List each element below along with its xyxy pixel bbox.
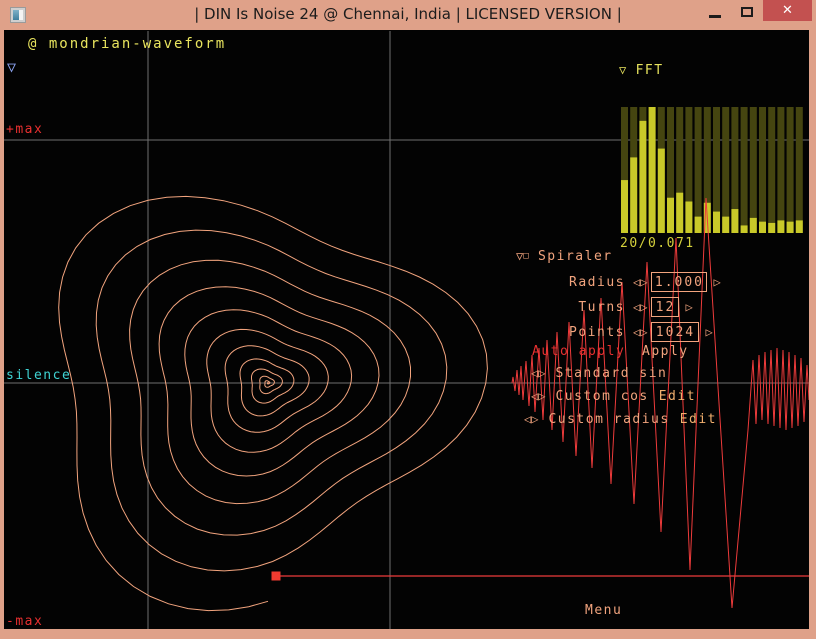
standard-sin-label: Standard sin	[555, 366, 668, 381]
maximize-icon	[741, 7, 753, 17]
fft-header[interactable]: ▽ FFT	[619, 63, 664, 78]
left-menu-handle-icon[interactable]: ▽	[7, 58, 16, 76]
standard-sin-selector-icons[interactable]: ◁▷	[531, 366, 545, 381]
radius-value-field[interactable]: 1.000	[651, 272, 708, 292]
title-bar[interactable]: | DIN Is Noise 24 @ Chennai, India | LIC…	[0, 0, 816, 30]
spiraler-detach-icon[interactable]: □	[523, 251, 528, 261]
standard-sin-row: ◁▷ Standard sin	[531, 366, 667, 381]
turns-stepper-icons[interactable]: ◁▷	[633, 300, 647, 314]
custom-radius-row: ◁▷ Custom radius Edit	[524, 412, 717, 427]
points-stepper-icons[interactable]: ◁▷	[633, 325, 647, 339]
points-drag-icon[interactable]: ▷	[705, 325, 714, 339]
auto-apply-toggle[interactable]: Auto apply	[532, 344, 625, 359]
radius-row: Radius ◁▷ 1.000 ▷	[404, 271, 722, 293]
axis-plus-max-label: +max	[6, 122, 44, 137]
points-row: Points ◁▷ 1024 ▷	[404, 321, 714, 343]
points-label: Points	[569, 324, 625, 340]
custom-cos-row: ◁▷ Custom cos Edit	[531, 389, 696, 404]
apply-button[interactable]: Apply	[642, 344, 689, 359]
fft-info-readout: 20/0.071	[620, 236, 695, 251]
axis-silence-label: silence	[6, 368, 72, 383]
spiraler-title: Spiraler	[537, 249, 613, 264]
window-title: | DIN Is Noise 24 @ Chennai, India | LIC…	[194, 5, 622, 23]
axis-minus-max-label: -max	[6, 614, 44, 629]
radius-stepper-icons[interactable]: ◁▷	[633, 275, 647, 289]
turns-label: Turns	[578, 299, 625, 315]
fft-collapse-icon[interactable]: ▽	[619, 63, 626, 77]
custom-cos-edit-button[interactable]: Edit	[659, 389, 696, 404]
radius-drag-icon[interactable]: ▷	[713, 275, 722, 289]
turns-value-field[interactable]: 12	[651, 297, 680, 317]
menu-button[interactable]: Menu	[585, 603, 622, 618]
minimize-icon	[709, 15, 721, 18]
turns-drag-icon[interactable]: ▷	[685, 300, 694, 314]
app-window: | DIN Is Noise 24 @ Chennai, India | LIC…	[0, 0, 816, 639]
maximize-button[interactable]	[732, 0, 762, 26]
custom-radius-selector-icons[interactable]: ◁▷	[524, 412, 538, 427]
custom-cos-selector-icons[interactable]: ◁▷	[531, 389, 545, 404]
spiraler-header[interactable]: ▽□ Spiraler	[516, 249, 613, 264]
close-button[interactable]: ✕	[763, 0, 812, 21]
fft-title: FFT	[635, 63, 664, 78]
radius-label: Radius	[569, 274, 625, 290]
minimize-button[interactable]	[700, 0, 730, 26]
custom-radius-edit-button[interactable]: Edit	[680, 412, 717, 427]
custom-cos-label: Custom cos	[555, 389, 649, 404]
points-value-field[interactable]: 1024	[651, 322, 700, 342]
waveform-name-label: @ mondrian-waveform	[28, 36, 227, 52]
turns-row: Turns ◁▷ 12 ▷	[404, 296, 694, 318]
custom-radius-label: Custom radius	[548, 412, 670, 427]
main-canvas[interactable]: @ mondrian-waveform ▽ +max silence -max …	[4, 30, 809, 629]
